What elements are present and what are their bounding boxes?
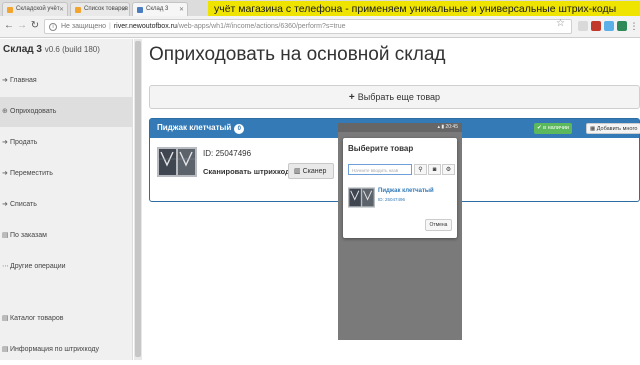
product-thumbnail[interactable] <box>348 187 375 208</box>
sidebar-item-move[interactable]: ➜ Переместить <box>0 159 133 189</box>
scanner-label: Сканер <box>302 168 327 175</box>
sidebar-item-catalog[interactable]: ▤ Каталог товаров <box>0 304 133 334</box>
url-field[interactable]: i Не защищено | river.newoutofbox.ru/web-a… <box>44 19 572 34</box>
product-name: Пиджак клетчатый <box>157 123 232 132</box>
camera-icon[interactable]: ◙ <box>428 164 441 175</box>
choose-more-button[interactable]: + Выбрать еще товар <box>149 85 640 109</box>
list-icon: ▦ <box>590 126 597 132</box>
add-many-label: Добавить много <box>596 126 638 132</box>
dialog-title: Выберите товар <box>348 144 414 153</box>
sidebar-item-orders[interactable]: ▤ По заказам <box>0 221 133 251</box>
dialog-product-name[interactable]: Пиджак клетчатый <box>378 188 434 194</box>
tab-label: Складской учёт <box>16 6 60 12</box>
extension-icon[interactable] <box>578 21 588 31</box>
tab-label: Склад 3 <box>146 6 169 12</box>
address-bar: ← → ↻ i Не защищено | river.newoutofbox.ru… <box>0 16 640 38</box>
product-title[interactable]: Пиджак клетчатый 0 <box>157 123 245 134</box>
doc-icon: ▤ <box>2 346 9 353</box>
barcode-icon: ▥ <box>294 168 303 175</box>
sidebar-item-sell[interactable]: ➜ Продать <box>0 128 133 158</box>
close-icon[interactable]: ✕ <box>121 6 126 13</box>
reload-icon[interactable]: ↻ <box>29 20 41 32</box>
add-many-button[interactable]: ▦ Добавить много <box>586 123 640 134</box>
in-stock-button[interactable]: ✔ в наличии <box>534 123 572 134</box>
browser-tab-active[interactable]: Склад 3 ✕ <box>132 2 188 16</box>
cancel-button[interactable]: Отмена <box>425 219 452 231</box>
back-icon[interactable]: ← <box>3 20 15 32</box>
dialog-product-id: ID: 25047496 <box>378 197 406 202</box>
count-badge: 0 <box>234 124 245 134</box>
arrow-icon: ➜ <box>2 201 8 208</box>
app-name: Склад 3 <box>3 44 42 55</box>
extension-icon[interactable] <box>617 21 627 31</box>
page-title: Оприходовать на основной склад <box>149 44 446 65</box>
info-icon[interactable]: i <box>49 23 57 31</box>
phone-screen-overlay: ▴ ▮ 20:45 Выберите товар Начните вводить… <box>338 123 462 340</box>
sidebar-item-label: Списать <box>10 201 37 208</box>
sidebar-item-barcode-info[interactable]: ▤ Информация по штрихкоду <box>0 335 133 365</box>
bookmark-star-icon[interactable]: ☆ <box>556 18 565 29</box>
app-version: v0.6 (build 180) <box>44 45 100 54</box>
browser-tab[interactable]: Список товаров ✕ <box>70 2 130 16</box>
choose-more-label: Выбрать еще товар <box>357 92 441 102</box>
dots-icon: ⋯ <box>2 263 9 270</box>
sidebar-item-label: Другие операции <box>10 263 66 270</box>
menu-icon[interactable]: ⋮ <box>628 20 640 32</box>
doc-icon: ▤ <box>2 315 9 322</box>
sidebar-item-writeoff[interactable]: ➜ Списать <box>0 190 133 220</box>
browser-tab[interactable]: Складской учёт ✕ <box>2 2 68 16</box>
app-title: Склад 3 v0.6 (build 180) <box>3 44 100 55</box>
scan-barcode-label: Сканировать штрихкод: <box>203 167 293 176</box>
arrow-icon: ➜ <box>2 170 8 177</box>
product-id: ID: 25047496 <box>203 149 252 158</box>
close-icon[interactable]: ✕ <box>59 6 64 13</box>
close-icon[interactable]: ✕ <box>179 6 184 13</box>
sidebar-item-income[interactable]: ⊕ Оприходовать <box>0 97 133 127</box>
phone-clock: 20:45 <box>445 124 458 130</box>
sidebar-scrollbar-thumb[interactable] <box>135 41 141 357</box>
sidebar-item-label: Продать <box>10 139 38 146</box>
extension-icon[interactable] <box>604 21 614 31</box>
search-icon[interactable]: ⚲ <box>414 164 427 175</box>
url-host: river.newoutofbox.ru <box>113 23 177 30</box>
product-search-input[interactable]: Начните вводить назв <box>348 164 412 175</box>
favicon-icon <box>137 7 143 13</box>
extension-icon[interactable] <box>591 21 601 31</box>
plus-icon: + <box>348 92 355 103</box>
arrow-icon: ➜ <box>2 139 8 146</box>
sidebar-item-label: Каталог товаров <box>10 315 64 322</box>
sidebar: Склад 3 v0.6 (build 180) ➜ Главная ⊕ Опр… <box>0 39 133 360</box>
gear-icon[interactable]: ⚙ <box>442 164 455 175</box>
sidebar-item-label: Переместить <box>10 170 53 177</box>
plus-circle-icon: ⊕ <box>2 108 8 115</box>
forward-icon[interactable]: → <box>16 20 28 32</box>
sidebar-item-other[interactable]: ⋯ Другие операции <box>0 252 133 282</box>
favicon-icon <box>7 7 13 13</box>
url-path: /web-apps/wh1/#/income/actions/6360/perf… <box>176 23 346 30</box>
sidebar-item-home[interactable]: ➜ Главная <box>0 66 133 96</box>
favicon-icon <box>75 7 81 13</box>
scanner-button[interactable]: ▥ Сканер <box>288 163 334 179</box>
phone-status-bar: ▴ ▮ 20:45 <box>338 123 462 132</box>
sidebar-item-label: Информация по штрихкоду <box>10 346 100 353</box>
arrow-icon: ➜ <box>2 77 8 84</box>
sidebar-item-label: Главная <box>10 77 37 84</box>
in-stock-label: в наличии <box>543 125 569 131</box>
product-image <box>157 147 197 177</box>
doc-icon: ▤ <box>2 232 9 239</box>
select-product-dialog: Выберите товар Начните вводить назв ⚲ ◙ … <box>343 138 457 238</box>
security-status: Не защищено <box>61 23 106 30</box>
sidebar-item-label: Оприходовать <box>10 108 57 115</box>
sidebar-item-label: По заказам <box>10 232 47 239</box>
